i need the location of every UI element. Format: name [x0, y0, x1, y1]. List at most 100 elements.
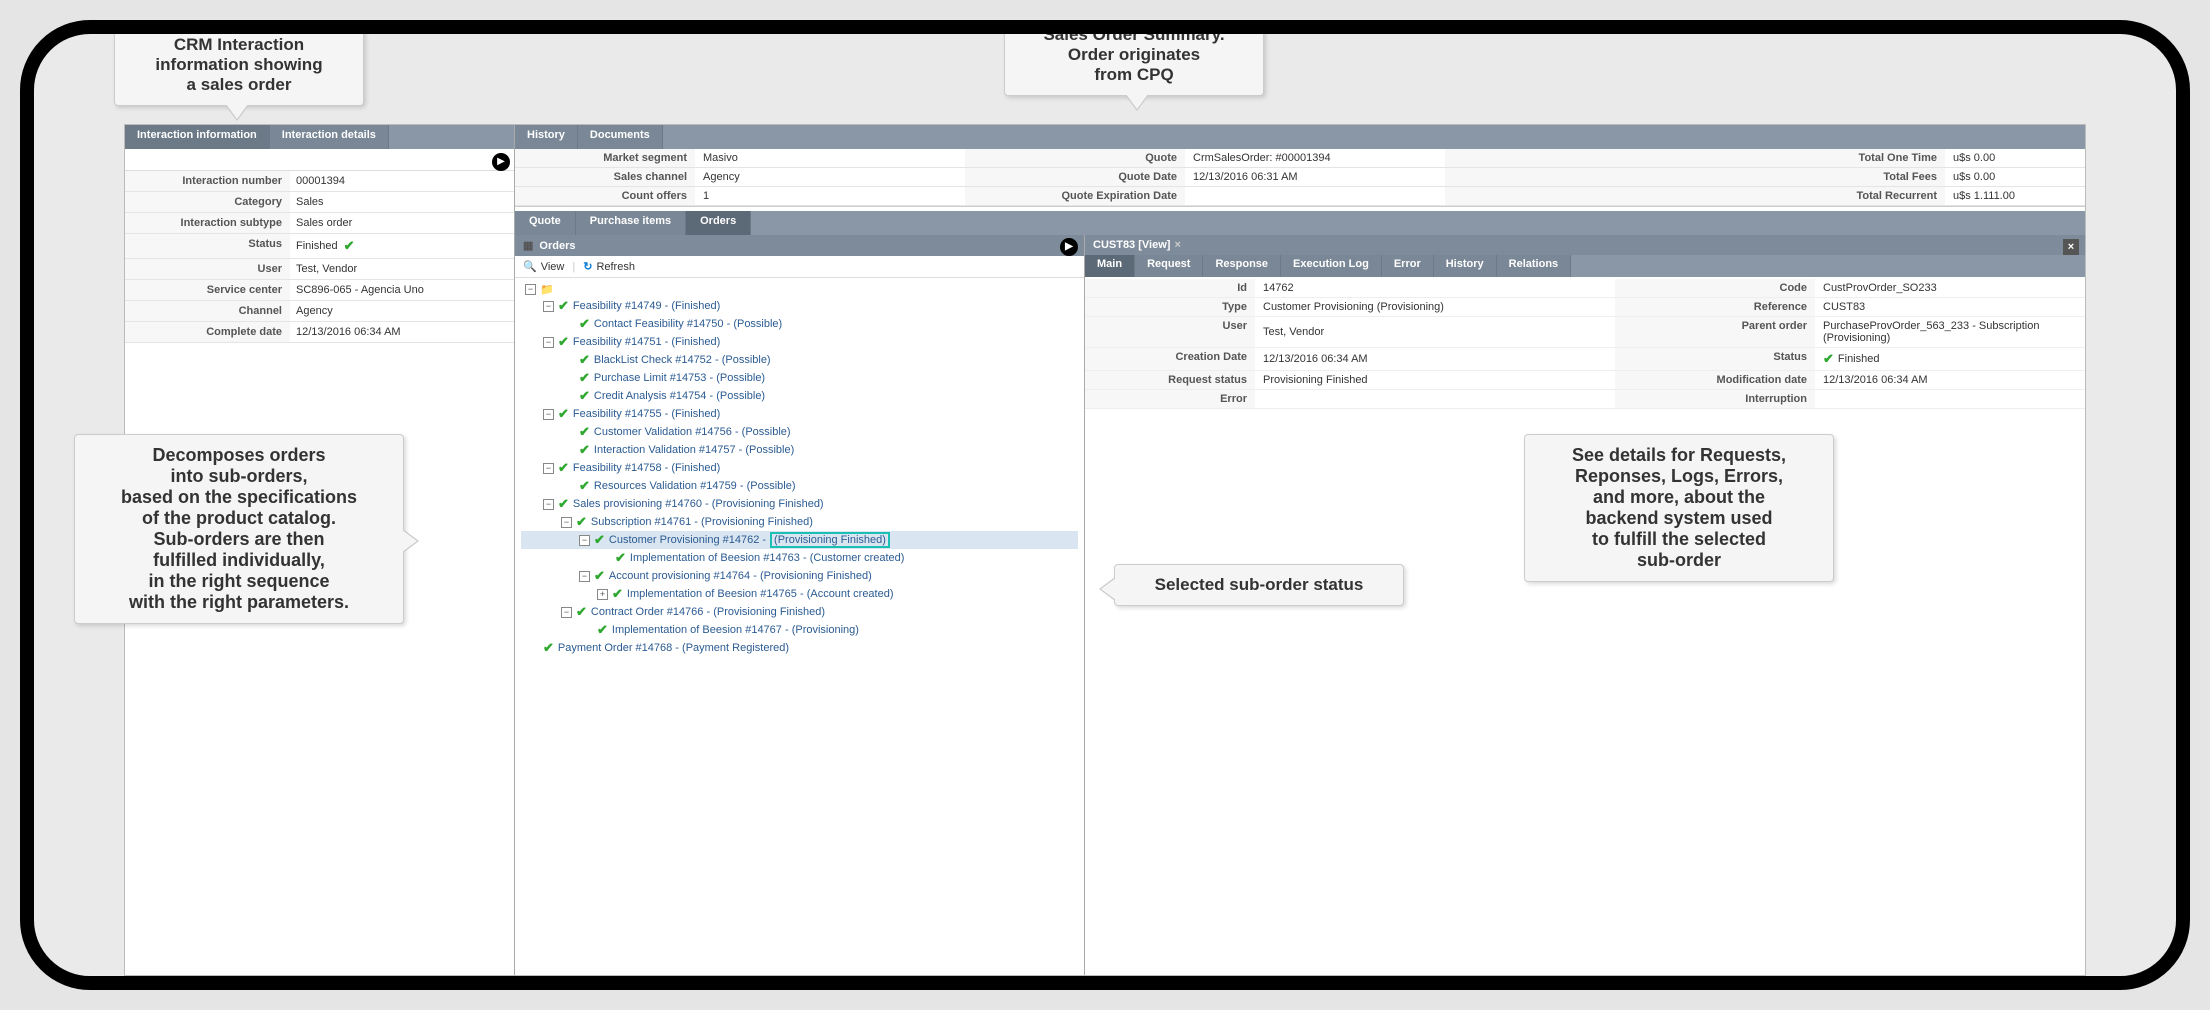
check-icon: ✔ [558, 406, 569, 422]
tree-node[interactable]: ✔Interaction Validation #14757 - (Possib… [521, 441, 1078, 459]
detail-value: Provisioning Finished [1255, 371, 1615, 389]
tree-node-label[interactable]: Credit Analysis #14754 - (Possible) [594, 390, 765, 402]
view-button[interactable]: 🔍View [523, 260, 564, 273]
tree-node-label[interactable]: Account provisioning #14764 - (Provision… [609, 570, 872, 582]
kv-label: User [125, 259, 290, 279]
close-tab-icon[interactable]: × [1174, 239, 1180, 251]
tree-node[interactable]: −✔ Feasibility #14749 - (Finished) [521, 297, 1078, 315]
tree-node[interactable]: ✔Payment Order #14768 - (Payment Registe… [521, 639, 1078, 657]
collapse-icon[interactable]: − [561, 517, 572, 528]
tab-documents[interactable]: Documents [578, 125, 663, 149]
detail-tabs: Main Request Response Execution Log Erro… [1085, 255, 2085, 277]
tree-node[interactable]: −✔ Feasibility #14755 - (Finished) [521, 405, 1078, 423]
tree-node[interactable]: −✔Feasibility #14758 - (Finished) [521, 459, 1078, 477]
tree-node[interactable]: −✔Feasibility #14751 - (Finished) [521, 333, 1078, 351]
tree-node[interactable]: ✔Implementation of Beesion #14767 - (Pro… [521, 621, 1078, 639]
tree-node[interactable]: −✔Contract Order #14766 - (Provisioning … [521, 603, 1078, 621]
callout-selected: Selected sub-order status [1114, 564, 1404, 606]
tree-node-label[interactable]: Customer Provisioning #14762 - [609, 534, 766, 546]
check-icon: ✔ [594, 532, 605, 548]
summary-label: Market segment [515, 149, 695, 167]
kv-label: Complete date [125, 322, 290, 342]
tree-node-label[interactable]: Payment Order #14768 - (Payment Register… [558, 642, 789, 654]
detail-label: Reference [1615, 298, 1815, 316]
detail-value: CustProvOrder_SO233 [1815, 279, 2085, 297]
tree-node-label[interactable]: BlackList Check #14752 - (Possible) [594, 354, 771, 366]
tree-node-label[interactable]: Contract Order #14766 - (Provisioning Fi… [591, 606, 825, 618]
summary-row: Market segment Masivo Quote CrmSalesOrde… [515, 149, 2085, 168]
detail-row: Id14762CodeCustProvOrder_SO233 [1085, 279, 2085, 298]
tree-node-label[interactable]: Subscription #14761 - (Provisioning Fini… [591, 516, 813, 528]
detail-row: ErrorInterruption [1085, 390, 2085, 409]
collapse-icon[interactable]: − [543, 463, 554, 474]
collapse-icon[interactable]: − [579, 535, 590, 546]
collapse-icon[interactable]: − [543, 301, 554, 312]
close-panel-button[interactable]: × [2063, 239, 2079, 255]
tree-node-label[interactable]: Feasibility #14755 - (Finished) [573, 408, 720, 420]
expand-icon[interactable]: + [597, 589, 608, 600]
tree-node[interactable]: ✔Credit Analysis #14754 - (Possible) [521, 387, 1078, 405]
orders-tree[interactable]: −📁−✔Feasibility #14749 - (Finished)✔Cont… [515, 278, 1084, 975]
collapse-orders-button[interactable]: ▶ [1060, 238, 1078, 256]
refresh-button[interactable]: ↻Refresh [583, 260, 635, 273]
tab-main[interactable]: Main [1085, 255, 1135, 277]
detail-label: Id [1085, 279, 1255, 297]
tab-interaction-details[interactable]: Interaction details [270, 125, 389, 149]
tree-node-label[interactable]: Implementation of Beesion #14763 - (Cust… [630, 552, 905, 564]
orders-panel: Orders ▶ 🔍View | ↻Refresh −📁−✔Feasibilit… [515, 235, 1085, 975]
tab-detail-history[interactable]: History [1434, 255, 1497, 277]
callout-decompose: Decomposes orders into sub-orders, based… [74, 434, 404, 624]
tree-node[interactable]: −📁 [521, 282, 1078, 297]
tab-interaction-information[interactable]: Interaction information [125, 125, 270, 149]
tree-node[interactable]: −✔Subscription #14761 - (Provisioning Fi… [521, 513, 1078, 531]
kv-value: Test, Vendor [290, 259, 514, 279]
tab-orders[interactable]: Orders [686, 211, 751, 235]
tree-node-label[interactable]: Interaction Validation #14757 - (Possibl… [594, 444, 794, 456]
tab-error[interactable]: Error [1382, 255, 1434, 277]
collapse-icon[interactable]: − [543, 409, 554, 420]
tree-node[interactable]: ✔Contact Feasibility #14750 - (Possible) [521, 315, 1078, 333]
tree-node[interactable]: ✔Resources Validation #14759 - (Possible… [521, 477, 1078, 495]
detail-body: Id14762CodeCustProvOrder_SO233TypeCustom… [1085, 277, 2085, 411]
tab-response[interactable]: Response [1203, 255, 1281, 277]
tree-node[interactable]: ✔Purchase Limit #14753 - (Possible) [521, 369, 1078, 387]
tree-node-label[interactable]: Contact Feasibility #14750 - (Possible) [594, 318, 782, 330]
tree-node-label[interactable]: Implementation of Beesion #14765 - (Acco… [627, 588, 894, 600]
tree-node-label[interactable]: Sales provisioning #14760 - (Provisionin… [573, 498, 824, 510]
tree-node[interactable]: −✔Sales provisioning #14760 - (Provision… [521, 495, 1078, 513]
collapse-icon[interactable]: − [543, 499, 554, 510]
tree-node-label[interactable]: Customer Validation #14756 - (Possible) [594, 426, 791, 438]
tab-request[interactable]: Request [1135, 255, 1203, 277]
tree-node-label[interactable]: Purchase Limit #14753 - (Possible) [594, 372, 765, 384]
summary-label: Quote Date [965, 168, 1185, 186]
tab-execution-log[interactable]: Execution Log [1281, 255, 1382, 277]
summary-value: u$s 0.00 [1945, 168, 2085, 186]
detail-label: Request status [1085, 371, 1255, 389]
collapse-icon[interactable]: − [579, 571, 590, 582]
tree-node[interactable]: +✔Implementation of Beesion #14765 - (Ac… [521, 585, 1078, 603]
tab-quote[interactable]: Quote [515, 211, 576, 235]
tab-purchase-items[interactable]: Purchase items [576, 211, 686, 235]
tree-node-label[interactable]: Feasibility #14749 - (Finished) [573, 300, 720, 312]
tree-node-label[interactable]: Resources Validation #14759 - (Possible) [594, 480, 796, 492]
summary-label: Total One Time [1445, 149, 1945, 167]
tree-node[interactable]: −✔ Account provisioning #14764 - (Provisi… [521, 567, 1078, 585]
collapse-icon[interactable]: − [525, 284, 536, 295]
tab-history[interactable]: History [515, 125, 578, 149]
collapse-icon[interactable]: − [561, 607, 572, 618]
tree-node[interactable]: ✔Customer Validation #14756 - (Possible) [521, 423, 1078, 441]
check-icon: ✔ [594, 568, 605, 584]
tree-node-label[interactable]: Feasibility #14751 - (Finished) [573, 336, 720, 348]
kv-value: SC896-065 - Agencia Uno [290, 280, 514, 300]
check-icon: ✔ [558, 298, 569, 314]
order-sub-tabs: Quote Purchase items Orders [515, 211, 2085, 235]
tree-node[interactable]: ✔BlackList Check #14752 - (Possible) [521, 351, 1078, 369]
collapse-left-button[interactable]: ▶ [492, 153, 510, 171]
tree-node[interactable]: ✔Implementation of Beesion #14763 - (Cus… [521, 549, 1078, 567]
summary-label: Total Recurrent [1445, 187, 1945, 205]
collapse-icon[interactable]: − [543, 337, 554, 348]
tree-node-label[interactable]: Feasibility #14758 - (Finished) [573, 462, 720, 474]
tab-relations[interactable]: Relations [1497, 255, 1572, 277]
tree-node-label[interactable]: Implementation of Beesion #14767 - (Prov… [612, 624, 859, 636]
tree-node[interactable]: −✔Customer Provisioning #14762 - (Provis… [521, 531, 1078, 549]
